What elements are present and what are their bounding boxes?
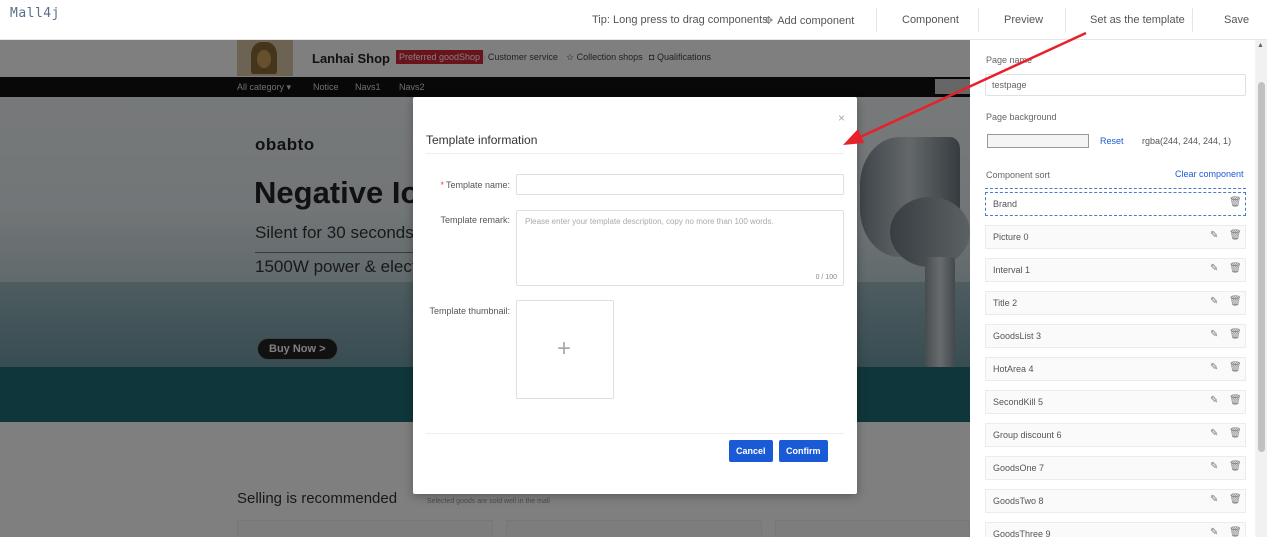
- template-remark-label: Template remark:: [440, 215, 510, 225]
- component-name: GoodsOne 7: [993, 463, 1045, 473]
- component-button[interactable]: Component: [902, 14, 959, 26]
- add-component-button[interactable]: ✥ Add component: [764, 14, 854, 27]
- top-toolbar: Mall4j Tip: Long press to drag component…: [0, 0, 1267, 40]
- component-sort-label: Component sort: [986, 170, 1051, 180]
- remark-char-count: 0 / 100: [815, 274, 837, 281]
- set-template-button[interactable]: Set as the template: [1090, 14, 1185, 26]
- component-item[interactable]: GoodsThree 9 ✎ 🗑: [985, 522, 1246, 537]
- component-item[interactable]: Title 2 ✎ 🗑: [985, 291, 1246, 315]
- edit-icon[interactable]: ✎: [1210, 296, 1218, 307]
- component-name: Interval 1: [993, 265, 1031, 275]
- delete-icon[interactable]: 🗑: [1229, 461, 1242, 472]
- component-item[interactable]: Picture 0 ✎ 🗑: [985, 225, 1246, 249]
- component-item[interactable]: GoodsList 3 ✎ 🗑: [985, 324, 1246, 348]
- component-item[interactable]: HotArea 4 ✎ 🗑: [985, 357, 1246, 381]
- template-info-dialog: × Template information * Template name: T…: [413, 97, 857, 494]
- delete-icon[interactable]: 🗑: [1229, 527, 1242, 537]
- page-name-label: Page name: [986, 55, 1033, 65]
- page-name-input[interactable]: testpage: [985, 74, 1246, 96]
- toolbar-divider: [876, 8, 877, 32]
- component-name: GoodsThree 9: [993, 529, 1051, 537]
- component-item-brand[interactable]: Brand 🗑: [985, 192, 1246, 216]
- component-item[interactable]: Interval 1 ✎ 🗑: [985, 258, 1246, 282]
- edit-icon[interactable]: ✎: [1210, 494, 1218, 505]
- component-name: SecondKill 5: [993, 397, 1044, 407]
- dialog-divider: [426, 153, 844, 154]
- component-name: GoodsTwo 8: [993, 496, 1044, 506]
- delete-icon[interactable]: 🗑: [1229, 197, 1242, 208]
- template-name-input[interactable]: [516, 174, 844, 195]
- component-item[interactable]: GoodsOne 7 ✎ 🗑: [985, 456, 1246, 480]
- page-background-label: Page background: [986, 112, 1057, 122]
- component-name: Group discount 6: [993, 430, 1062, 440]
- thumbnail-upload[interactable]: +: [516, 300, 614, 399]
- delete-icon[interactable]: 🗑: [1229, 296, 1242, 307]
- move-icon: ✥: [764, 15, 774, 27]
- required-mark: *: [440, 180, 444, 190]
- toolbar-divider: [1192, 8, 1193, 32]
- settings-panel: Page name testpage Page background Reset…: [970, 40, 1255, 537]
- delete-icon[interactable]: 🗑: [1229, 428, 1242, 439]
- drag-tip: Tip: Long press to drag components: [592, 14, 768, 26]
- component-name: Title 2: [993, 298, 1018, 308]
- delete-icon[interactable]: 🗑: [1229, 494, 1242, 505]
- toolbar-divider: [978, 8, 979, 32]
- component-name: Picture 0: [993, 232, 1029, 242]
- sort-divider: [985, 188, 1246, 189]
- edit-icon[interactable]: ✎: [1210, 362, 1218, 373]
- edit-icon[interactable]: ✎: [1210, 263, 1218, 274]
- confirm-button[interactable]: Confirm: [779, 440, 828, 462]
- edit-icon[interactable]: ✎: [1210, 527, 1218, 537]
- clear-component-link[interactable]: Clear component: [1175, 169, 1244, 179]
- component-name: HotArea 4: [993, 364, 1034, 374]
- delete-icon[interactable]: 🗑: [1229, 362, 1242, 373]
- add-component-label: Add component: [777, 15, 855, 27]
- dialog-title: Template information: [426, 133, 538, 147]
- preview-button[interactable]: Preview: [1004, 14, 1043, 26]
- component-name: Brand: [993, 199, 1018, 209]
- cancel-button[interactable]: Cancel: [729, 440, 773, 462]
- background-rgba-value: rgba(244, 244, 244, 1): [1142, 136, 1232, 146]
- delete-icon[interactable]: 🗑: [1229, 263, 1242, 274]
- background-color-picker[interactable]: [987, 134, 1089, 148]
- app-logo: Mall4j: [10, 6, 60, 21]
- plus-icon: +: [557, 335, 572, 362]
- edit-icon[interactable]: ✎: [1210, 428, 1218, 439]
- component-item[interactable]: Group discount 6 ✎ 🗑: [985, 423, 1246, 447]
- reset-background-link[interactable]: Reset: [1100, 136, 1124, 146]
- remark-placeholder: Please enter your template description, …: [525, 217, 774, 226]
- template-remark-textarea[interactable]: Please enter your template description, …: [516, 210, 844, 286]
- dialog-footer-divider: [426, 433, 844, 434]
- delete-icon[interactable]: 🗑: [1229, 230, 1242, 241]
- scroll-up-icon[interactable]: ▲: [1257, 42, 1264, 49]
- delete-icon[interactable]: 🗑: [1229, 395, 1242, 406]
- close-icon[interactable]: ×: [838, 111, 845, 125]
- component-item[interactable]: GoodsTwo 8 ✎ 🗑: [985, 489, 1246, 513]
- delete-icon[interactable]: 🗑: [1229, 329, 1242, 340]
- template-thumbnail-label: Template thumbnail:: [429, 306, 510, 316]
- template-name-label: * Template name:: [440, 180, 510, 190]
- component-name: GoodsList 3: [993, 331, 1042, 341]
- edit-icon[interactable]: ✎: [1210, 329, 1218, 340]
- toolbar-divider: [1065, 8, 1066, 32]
- scrollbar-thumb[interactable]: [1258, 82, 1265, 452]
- component-item[interactable]: SecondKill 5 ✎ 🗑: [985, 390, 1246, 414]
- edit-icon[interactable]: ✎: [1210, 461, 1218, 472]
- save-button[interactable]: Save: [1224, 14, 1249, 26]
- edit-icon[interactable]: ✎: [1210, 395, 1218, 406]
- edit-icon[interactable]: ✎: [1210, 230, 1218, 241]
